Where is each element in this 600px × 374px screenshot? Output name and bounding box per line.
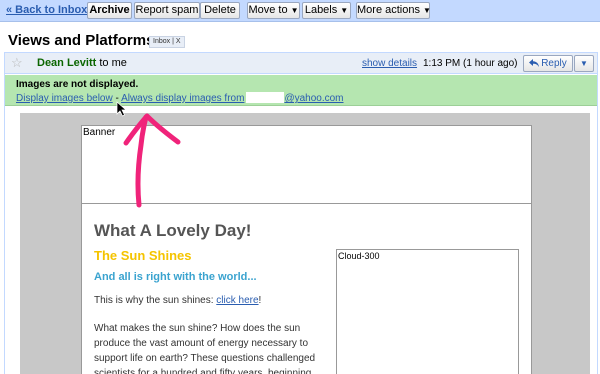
email-heading: What A Lovely Day!: [94, 221, 252, 240]
images-not-displayed-banner: Images are not displayed. Display images…: [5, 75, 597, 106]
always-display-label: Always display images from: [121, 93, 245, 104]
sender-line: Dean Levitt to me: [37, 57, 127, 69]
move-to-dropdown[interactable]: Move to ▼: [247, 2, 300, 19]
reply-options-dropdown[interactable]: ▼: [574, 55, 594, 72]
sender-name[interactable]: Dean Levitt: [37, 57, 96, 69]
why-prefix: This is why the sun shines:: [94, 295, 217, 306]
recipient-text: to me: [99, 57, 127, 69]
always-display-images-link[interactable]: Always display images from @yahoo.com: [121, 92, 344, 104]
images-warning-title: Images are not displayed.: [16, 79, 139, 90]
report-spam-button[interactable]: Report spam: [134, 2, 200, 19]
chevron-down-icon: ▼: [422, 6, 431, 15]
email-paragraph: What makes the sun shine? How does the s…: [94, 323, 316, 374]
star-icon[interactable]: ☆: [11, 55, 23, 71]
message-date: 1:13 PM (1 hour ago): [423, 58, 518, 69]
message-header: ☆ Dean Levitt to me show details 1:13 PM…: [5, 53, 597, 74]
show-details-link[interactable]: show details: [362, 58, 417, 69]
link-separator: -: [112, 93, 122, 104]
labels-dropdown[interactable]: Labels ▼: [302, 2, 351, 19]
reply-arrow-icon: [529, 59, 540, 67]
top-toolbar: « Back to Inbox Archive Report spam Dele…: [0, 0, 600, 22]
more-actions-label: More actions: [357, 4, 420, 16]
archive-button[interactable]: Archive: [87, 2, 132, 19]
chevron-down-icon: ▼: [340, 6, 349, 15]
labels-label: Labels: [304, 4, 338, 16]
email-tagline: And all is right with the world...: [94, 271, 257, 283]
chevron-down-icon: ▼: [580, 59, 588, 68]
email-domain: @yahoo.com: [284, 93, 344, 104]
email-body-background: Banner What A Lovely Day! The Sun Shines…: [20, 113, 590, 374]
reply-button[interactable]: Reply: [523, 55, 573, 72]
inbox-label-chip[interactable]: Inbox | X: [149, 36, 185, 48]
why-line: This is why the sun shines: click here!: [94, 295, 261, 306]
message-subject: Views and Platforms: [8, 32, 155, 49]
click-here-link[interactable]: click here: [216, 295, 258, 306]
email-subheading: The Sun Shines: [94, 248, 192, 263]
banner-alt-text: Banner: [83, 127, 116, 138]
delete-button[interactable]: Delete: [200, 2, 240, 19]
reply-label: Reply: [541, 58, 567, 69]
why-suffix: !: [258, 295, 262, 306]
cloud-image-placeholder: Cloud-300: [336, 249, 519, 374]
move-to-label: Move to: [248, 4, 288, 16]
cloud-alt-text: Cloud-300: [338, 251, 380, 261]
chevron-down-icon: ▼: [290, 6, 299, 15]
redacted-email-box: [246, 92, 285, 103]
more-actions-dropdown[interactable]: More actions ▼: [356, 2, 431, 19]
back-to-inbox-link[interactable]: « Back to Inbox: [6, 4, 87, 16]
banner-image-placeholder: Banner: [82, 126, 531, 204]
images-warning-links: Display images below - Always display im…: [16, 92, 344, 104]
email-content: Banner What A Lovely Day! The Sun Shines…: [81, 125, 532, 374]
message-frame: ☆ Dean Levitt to me show details 1:13 PM…: [4, 52, 598, 374]
display-images-below-link[interactable]: Display images below: [16, 93, 113, 104]
